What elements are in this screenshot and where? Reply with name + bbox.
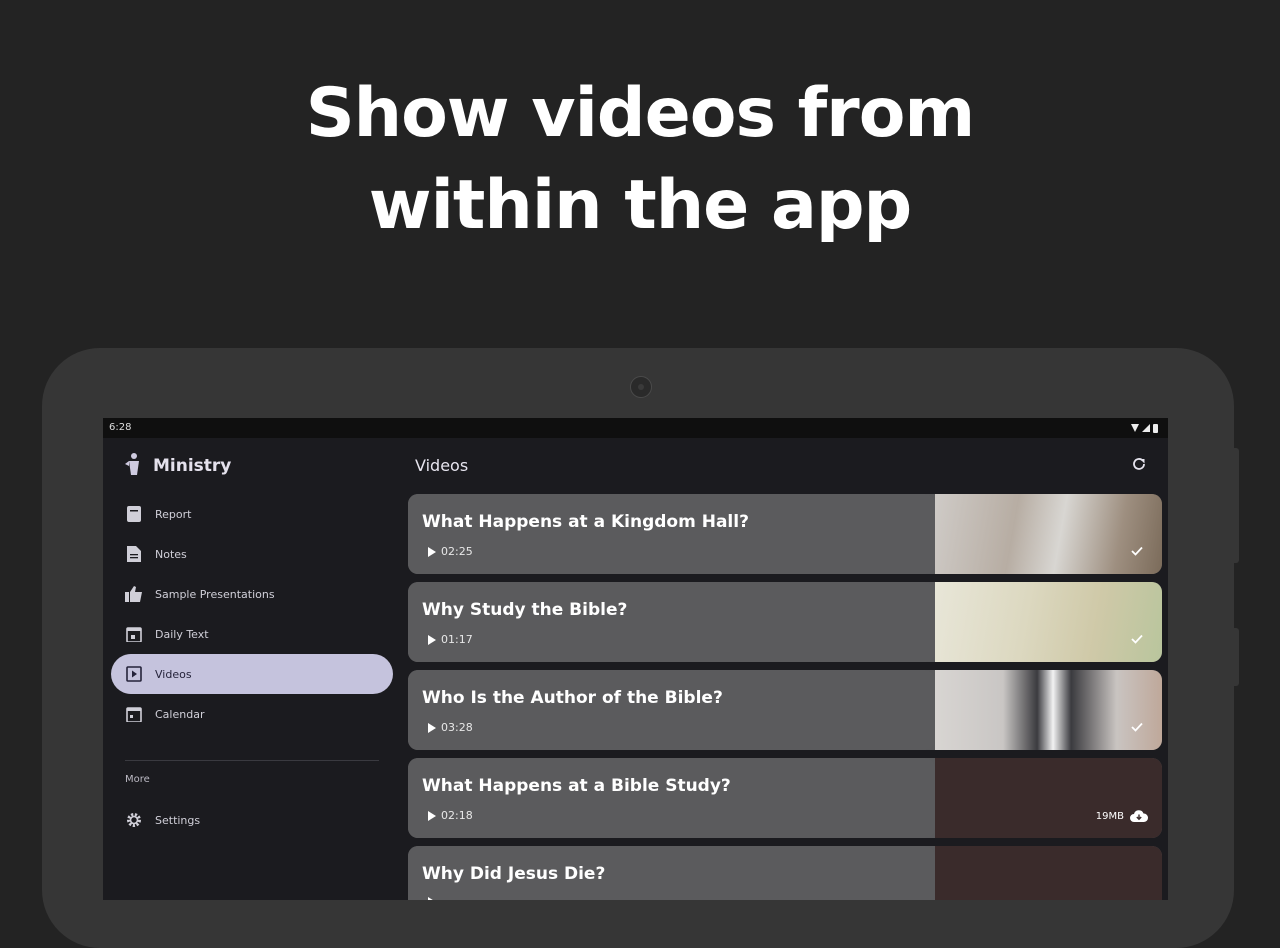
refresh-button[interactable] [1131, 456, 1149, 474]
duration-label: 02:18 [441, 809, 473, 822]
app-logo-icon [123, 452, 145, 480]
cloud-download-icon [1130, 810, 1148, 822]
section-label-more: More [125, 774, 150, 785]
refresh-icon [1133, 458, 1145, 470]
check-icon [1131, 546, 1143, 556]
play-icon [428, 722, 436, 733]
app-name: Ministry [153, 456, 232, 476]
nav-label: Notes [155, 547, 187, 561]
nav-label: Calendar [155, 707, 205, 721]
tablet-screen: 6:28 Ministry Report Notes Sample Presen… [103, 418, 1168, 900]
navigation-drawer: Ministry Report Notes Sample Presentatio… [103, 438, 403, 900]
calendar-icon [125, 705, 143, 723]
play-icon [428, 634, 436, 645]
video-card[interactable]: Who Is the Author of the Bible? 03:28 [408, 670, 1162, 750]
nav-item-report[interactable]: Report [111, 494, 393, 534]
nav-label: Report [155, 507, 192, 521]
video-duration: 02:25 [428, 545, 473, 558]
video-info: What Happens at a Kingdom Hall? 02:25 [408, 494, 935, 574]
drawer-divider [125, 760, 379, 761]
gear-icon [125, 811, 143, 829]
video-duration: 02:18 [428, 809, 473, 822]
download-info[interactable]: 19MB [1096, 810, 1148, 822]
nav-label: Daily Text [155, 627, 209, 641]
video-icon [125, 665, 143, 683]
video-title: Why Did Jesus Die? [422, 864, 606, 884]
status-bar: 6:28 [103, 418, 1168, 438]
video-thumbnail [935, 494, 1162, 574]
signal-icon [1142, 424, 1150, 432]
video-card[interactable]: Why Did Jesus Die? [408, 846, 1162, 900]
video-thumbnail [935, 846, 1162, 900]
nav-item-notes[interactable]: Notes [111, 534, 393, 574]
duration-label: 01:17 [441, 633, 473, 646]
video-card[interactable]: What Happens at a Kingdom Hall? 02:25 [408, 494, 1162, 574]
page-title: Videos [415, 456, 469, 475]
duration-label: 03:28 [441, 721, 473, 734]
video-title: Why Study the Bible? [422, 600, 628, 620]
headline: Show videos from within the app [0, 68, 1280, 252]
video-info: What Happens at a Bible Study? 02:18 [408, 758, 935, 838]
camera-icon [630, 376, 652, 398]
video-duration: 01:17 [428, 633, 473, 646]
thumbs-up-icon [125, 585, 143, 603]
nav-label: Videos [155, 667, 192, 681]
nav-item-daily-text[interactable]: Daily Text [111, 614, 393, 654]
video-info: Why Study the Bible? 01:17 [408, 582, 935, 662]
video-title: What Happens at a Kingdom Hall? [422, 512, 749, 532]
video-info: Why Did Jesus Die? [408, 846, 935, 900]
nav-item-settings[interactable]: Settings [111, 800, 393, 840]
check-icon [1131, 722, 1143, 732]
file-size: 19MB [1095, 810, 1124, 822]
duration-label: 02:25 [441, 545, 473, 558]
check-icon [1131, 634, 1143, 644]
nav-item-sample-presentations[interactable]: Sample Presentations [111, 574, 393, 614]
battery-icon [1153, 423, 1158, 433]
nav-label: Sample Presentations [155, 587, 275, 601]
status-icons [1131, 418, 1158, 438]
headline-line-2: within the app [368, 166, 912, 245]
video-thumbnail [935, 582, 1162, 662]
main-content: Videos What Happens at a Kingdom Hall? 0… [403, 438, 1168, 900]
power-button [1234, 628, 1239, 686]
video-duration: 03:28 [428, 721, 473, 734]
volume-button [1234, 448, 1239, 563]
video-thumbnail [935, 758, 1162, 838]
play-icon [428, 810, 436, 821]
calendar-day-icon [125, 625, 143, 643]
nav-label: Settings [155, 813, 201, 827]
app-brand: Ministry [123, 452, 231, 480]
video-title: Who Is the Author of the Bible? [422, 688, 723, 708]
video-thumbnail [935, 670, 1162, 750]
video-title: What Happens at a Bible Study? [422, 776, 731, 796]
headline-line-1: Show videos from [305, 74, 976, 153]
report-icon [125, 505, 143, 523]
nav-item-videos[interactable]: Videos [111, 654, 393, 694]
video-card[interactable]: Why Study the Bible? 01:17 [408, 582, 1162, 662]
status-time: 6:28 [109, 422, 132, 433]
nav-item-calendar[interactable]: Calendar [111, 694, 393, 734]
video-info: Who Is the Author of the Bible? 03:28 [408, 670, 935, 750]
video-card[interactable]: What Happens at a Bible Study? 02:18 19M… [408, 758, 1162, 838]
wifi-icon [1131, 424, 1139, 432]
play-icon [428, 546, 436, 557]
notes-icon [125, 545, 143, 563]
